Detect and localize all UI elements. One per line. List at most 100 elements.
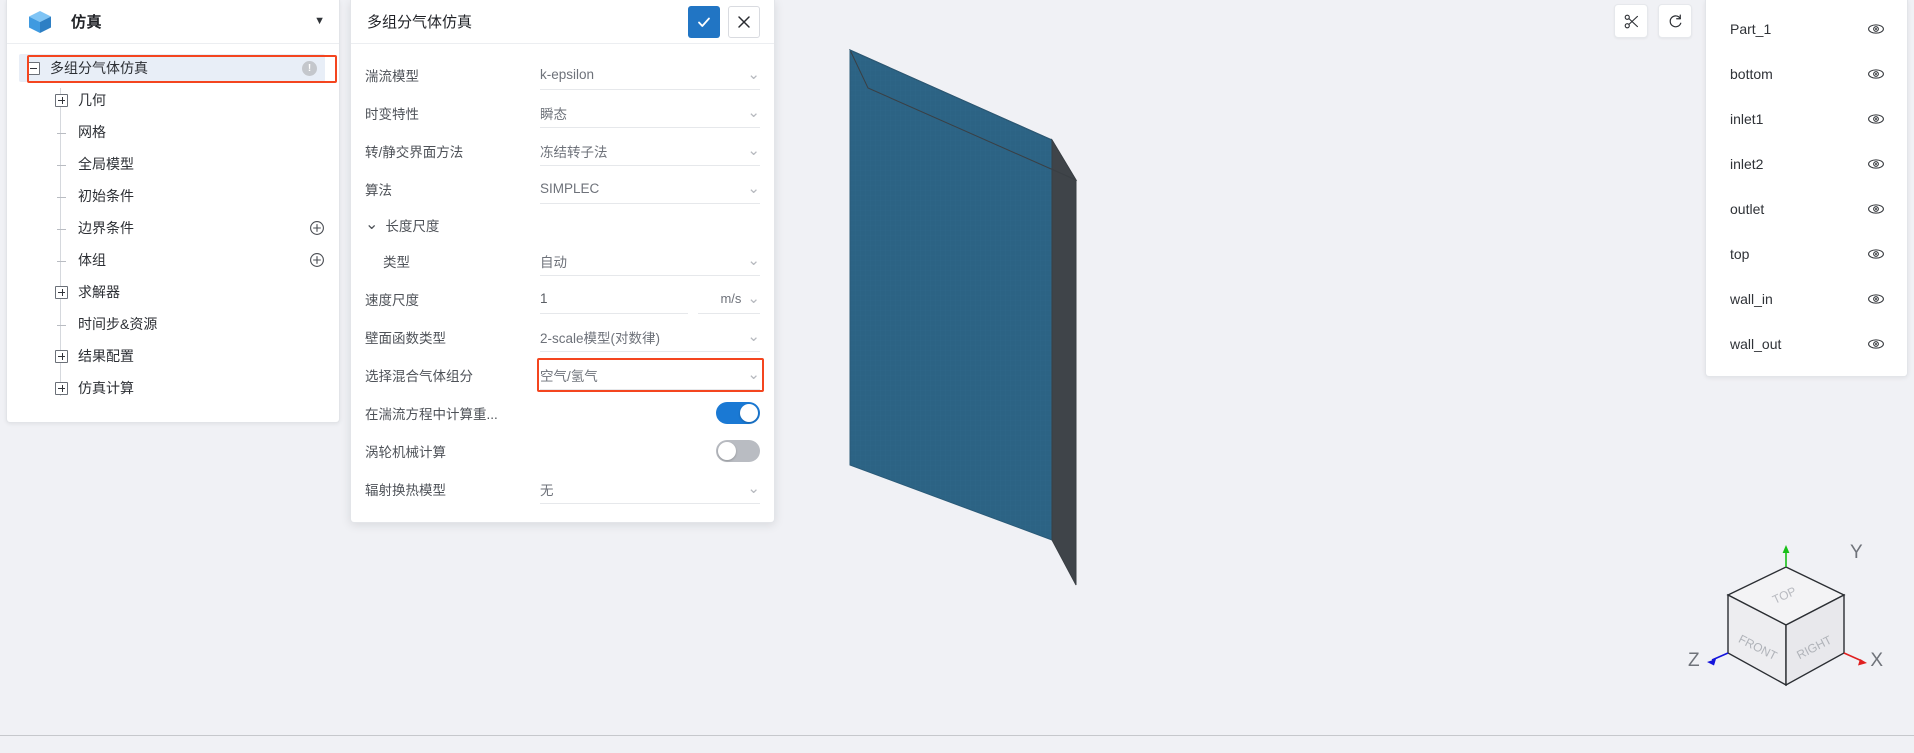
selected-value: 瞬态 xyxy=(540,106,567,122)
chevron-down-icon[interactable]: ⌄ xyxy=(741,481,760,496)
info-icon[interactable]: ! xyxy=(302,60,317,76)
tree-node[interactable]: 体组 xyxy=(7,244,339,276)
part-list-item[interactable]: inlet1 xyxy=(1706,96,1907,141)
property-row: 时变特性 瞬态 ⌄ xyxy=(365,94,760,132)
tree-node[interactable]: 多组分气体仿真! xyxy=(7,52,339,84)
dialog-title: 多组分气体仿真 xyxy=(367,14,473,31)
tree-node[interactable]: 边界条件 xyxy=(7,212,339,244)
chevron-down-icon[interactable]: ▼ xyxy=(314,16,325,27)
add-icon[interactable] xyxy=(309,220,325,236)
geometry-model[interactable] xyxy=(820,40,1120,680)
dropdown-select[interactable]: 空气/氢气 ⌄ xyxy=(540,360,760,390)
sidebar-title: 仿真 xyxy=(71,14,103,31)
toggle-switch[interactable] xyxy=(716,402,760,424)
tree-node[interactable]: 结果配置 xyxy=(7,340,339,372)
eye-icon[interactable] xyxy=(1867,290,1885,308)
collapse-icon[interactable] xyxy=(27,61,40,75)
dropdown-select[interactable]: 2-scale模型(对数律) ⌄ xyxy=(540,322,760,352)
dialog-actions xyxy=(688,5,760,38)
expand-icon[interactable] xyxy=(55,349,68,363)
part-list-item[interactable]: Part_1 xyxy=(1706,6,1907,51)
tree-node[interactable]: 全局模型 xyxy=(7,148,339,180)
selected-value: 1 xyxy=(540,291,548,306)
property-label: 湍流模型 xyxy=(365,69,419,84)
chevron-down-icon[interactable]: ⌄ xyxy=(741,67,760,82)
expand-icon[interactable] xyxy=(55,93,68,107)
selected-value: k-epsilon xyxy=(540,67,595,82)
property-row: 选择混合气体组分 空气/氢气 ⌄ xyxy=(365,356,764,394)
chevron-down-icon[interactable]: ⌄ xyxy=(741,253,760,268)
expand-icon[interactable] xyxy=(55,285,68,299)
part-list-item[interactable]: inlet2 xyxy=(1706,141,1907,186)
property-label: 转/静交界面方法 xyxy=(365,145,464,160)
eye-icon[interactable] xyxy=(1867,110,1885,128)
dropdown-select[interactable]: 自动 ⌄ xyxy=(540,246,760,276)
part-list-item[interactable]: outlet xyxy=(1706,186,1907,231)
selected-value: 自动 xyxy=(540,254,567,270)
chevron-down-icon[interactable]: ⌄ xyxy=(741,329,760,344)
tree-node[interactable]: 求解器 xyxy=(7,276,339,308)
axis-label-z: Z xyxy=(1688,650,1700,671)
tree-node[interactable]: 网格 xyxy=(7,116,339,148)
part-label: top xyxy=(1730,245,1750,262)
part-label: Part_1 xyxy=(1730,20,1772,37)
property-control: 2-scale模型(对数律) ⌄ xyxy=(540,322,760,352)
part-label: bottom xyxy=(1730,65,1773,82)
property-control: 空气/氢气 ⌄ xyxy=(540,360,760,390)
property-label: 壁面函数类型 xyxy=(365,331,446,346)
sidebar-header[interactable]: 仿真 ▼ xyxy=(7,0,339,44)
property-row: 涡轮机械计算 xyxy=(365,432,760,470)
value-input[interactable]: 1 xyxy=(540,284,688,314)
tree-node[interactable]: 初始条件 xyxy=(7,180,339,212)
part-list-item[interactable]: bottom xyxy=(1706,51,1907,96)
property-label: 时变特性 xyxy=(365,107,419,122)
eye-icon[interactable] xyxy=(1867,245,1885,263)
scissors-icon[interactable] xyxy=(1614,4,1648,38)
chevron-down-icon[interactable]: ⌄ xyxy=(741,181,760,196)
property-control: 自动 ⌄ xyxy=(540,246,760,276)
chevron-down-icon[interactable]: ⌄ xyxy=(741,367,760,382)
confirm-button[interactable] xyxy=(688,5,720,38)
selected-value: 无 xyxy=(540,482,554,498)
chevron-down-icon[interactable]: ⌄ xyxy=(741,291,760,306)
property-label: 算法 xyxy=(365,183,392,198)
part-list-item[interactable]: wall_in xyxy=(1706,276,1907,321)
unit-dropdown[interactable]: m/s ⌄ xyxy=(698,284,760,314)
tree-node-label: 多组分气体仿真 xyxy=(50,60,148,76)
eye-icon[interactable] xyxy=(1867,65,1885,83)
property-row: 类型 自动 ⌄ xyxy=(365,242,760,280)
chevron-down-icon[interactable]: ⌄ xyxy=(741,143,760,158)
part-list-item[interactable]: top xyxy=(1706,231,1907,276)
property-label: 涡轮机械计算 xyxy=(365,445,446,460)
tree-node[interactable]: 时间步&资源 xyxy=(7,308,339,340)
chevron-down-icon[interactable]: ⌄ xyxy=(741,105,760,120)
eye-icon[interactable] xyxy=(1867,20,1885,38)
property-row: 算法 SIMPLEC ⌄ xyxy=(365,170,760,208)
model-tree: 多组分气体仿真! 几何 网格 全局模型 初始条件 边界条件 体组 求解器 时间步&资源 结果配置仿… xyxy=(7,44,339,422)
tree-node[interactable]: 几何 xyxy=(7,84,339,116)
eye-icon[interactable] xyxy=(1867,335,1885,353)
eye-icon[interactable] xyxy=(1867,155,1885,173)
cancel-button[interactable] xyxy=(728,5,760,38)
dropdown-select[interactable]: k-epsilon ⌄ xyxy=(540,60,760,90)
dropdown-select[interactable]: 冻结转子法 ⌄ xyxy=(540,136,760,166)
expand-icon[interactable] xyxy=(55,381,68,395)
property-row: 转/静交界面方法 冻结转子法 ⌄ xyxy=(365,132,760,170)
rotate-icon[interactable] xyxy=(1658,4,1692,38)
selected-value: 2-scale模型(对数律) xyxy=(540,330,661,346)
toggle-switch[interactable] xyxy=(716,440,760,462)
eye-icon[interactable] xyxy=(1867,200,1885,218)
dropdown-select[interactable]: 无 ⌄ xyxy=(540,474,760,504)
tree-node[interactable]: 仿真计算 xyxy=(7,372,339,404)
property-group-header[interactable]: ⌄ 长度尺度 xyxy=(365,208,760,242)
dropdown-select[interactable]: 瞬态 ⌄ xyxy=(540,98,760,128)
property-label: 在湍流方程中计算重... xyxy=(365,407,498,422)
tree-node-label: 网格 xyxy=(78,124,106,140)
view-cube[interactable]: TOP FRONT RIGHT Y X Z xyxy=(1686,533,1886,713)
axis-label-y: Y xyxy=(1850,542,1863,563)
add-icon[interactable] xyxy=(309,252,325,268)
part-list-item[interactable]: wall_out xyxy=(1706,321,1907,366)
part-label: outlet xyxy=(1730,200,1765,217)
chevron-down-icon[interactable]: ⌄ xyxy=(365,217,378,233)
dropdown-select[interactable]: SIMPLEC ⌄ xyxy=(540,174,760,204)
